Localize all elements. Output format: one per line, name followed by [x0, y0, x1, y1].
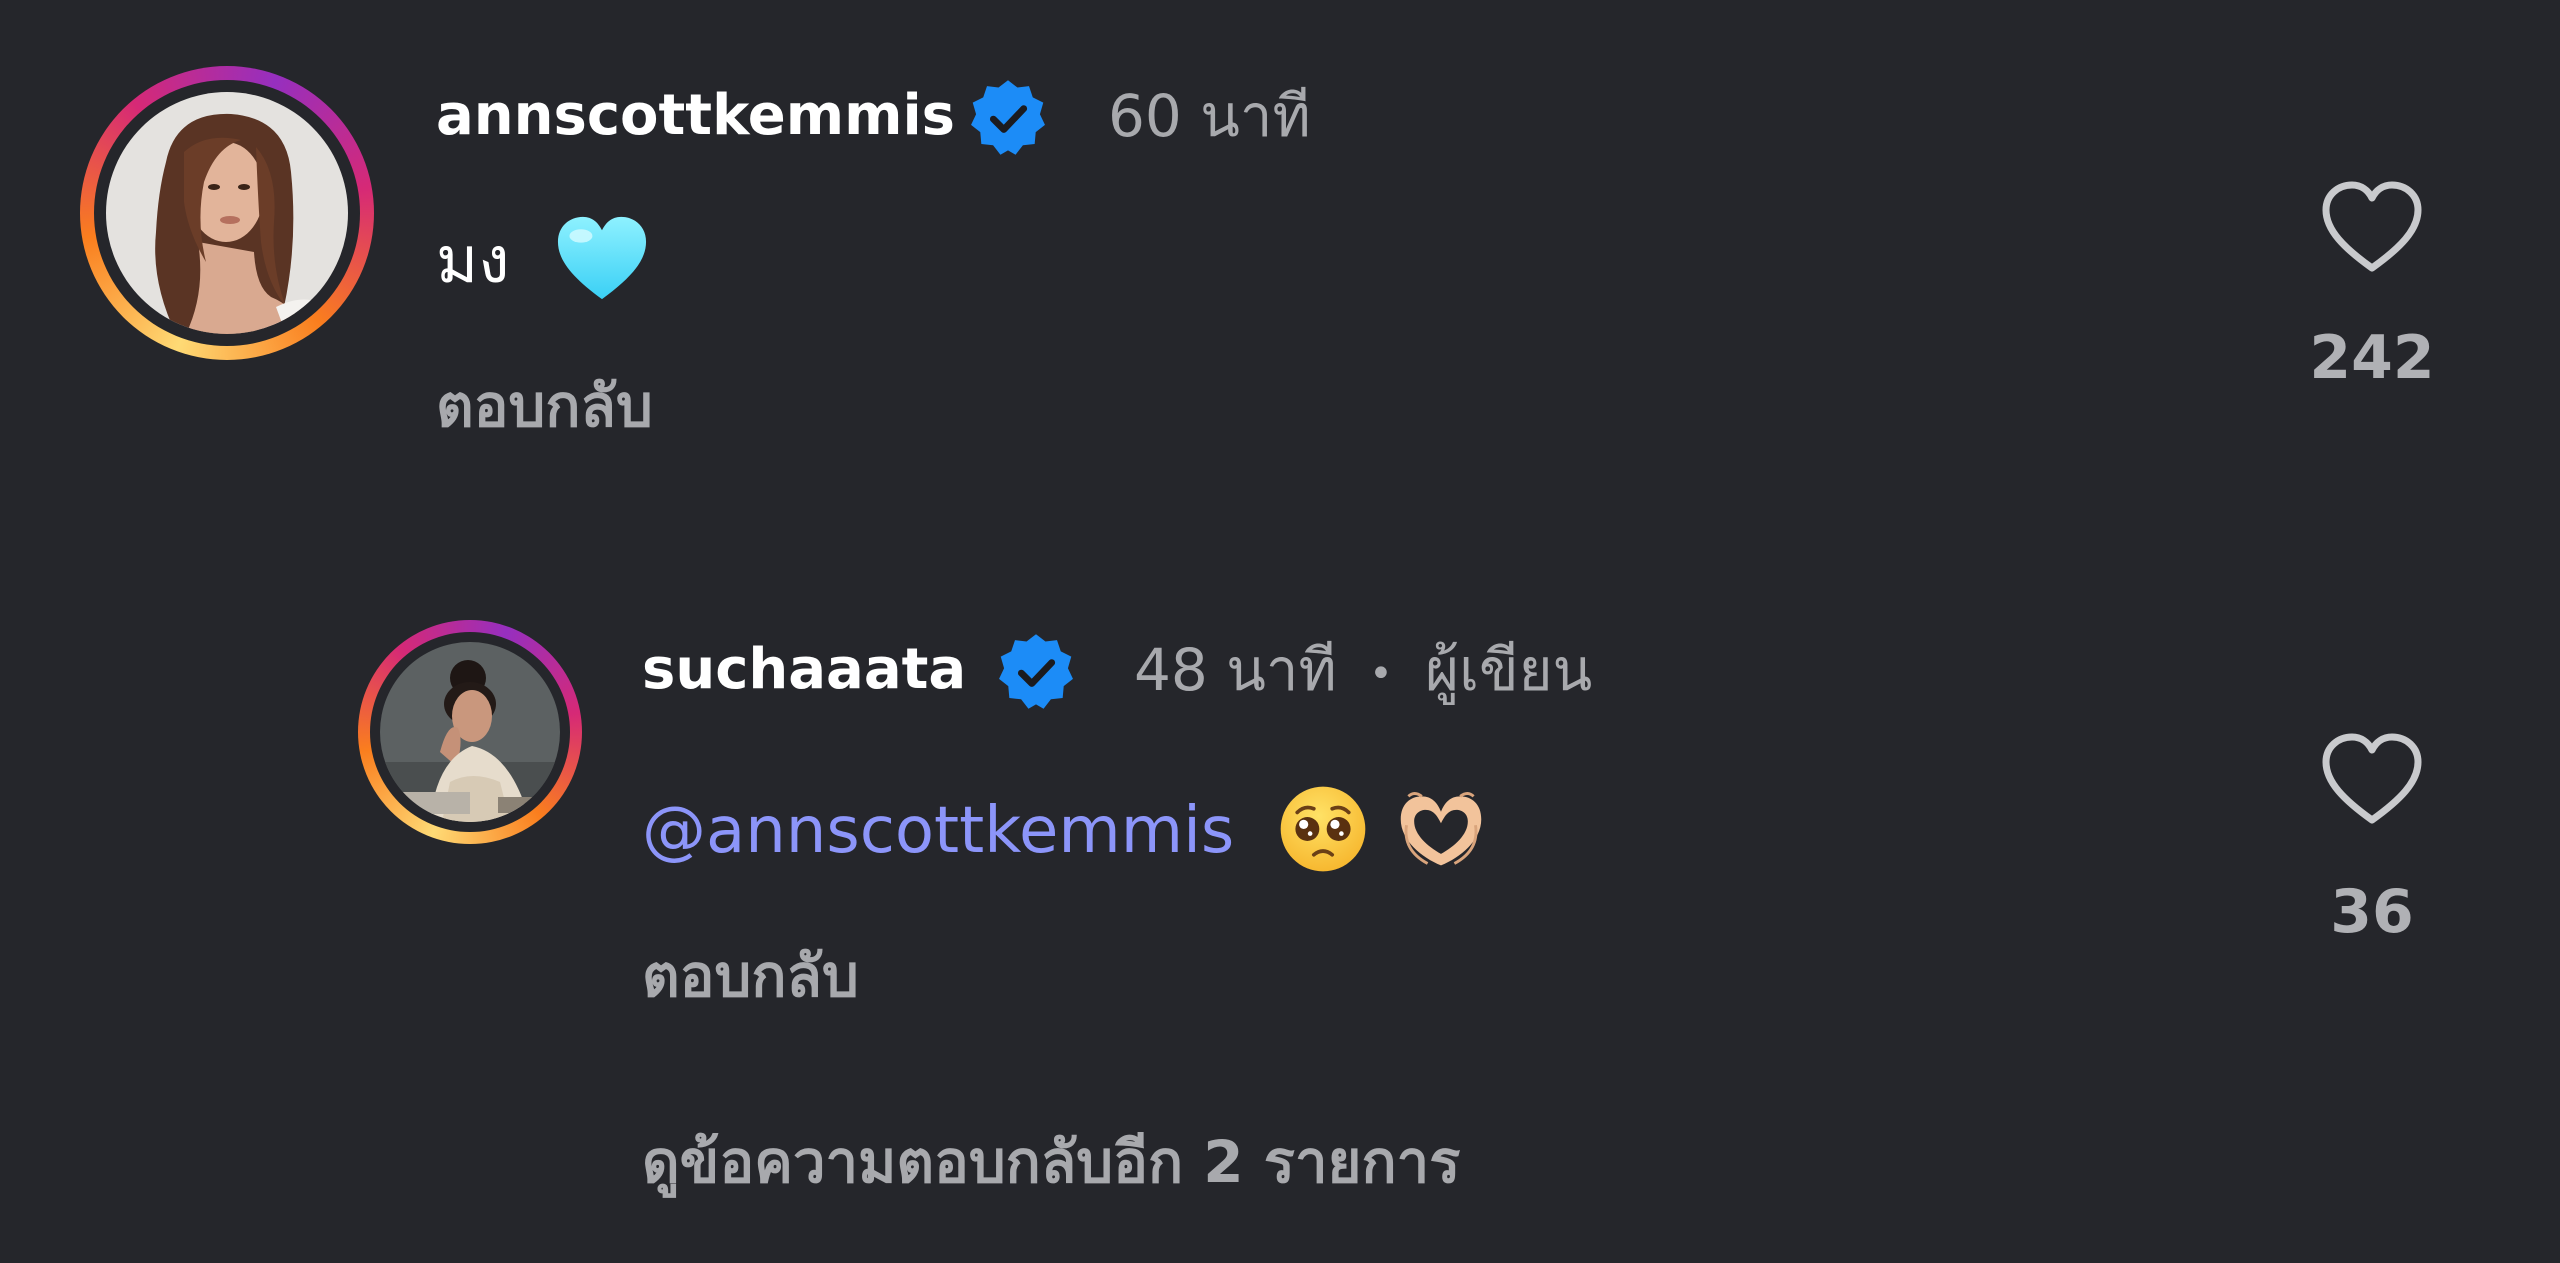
mention-link[interactable]: @annscottkemmis	[642, 794, 1234, 868]
reply-button[interactable]: ตอบกลับ	[642, 936, 859, 1016]
comment-meta: 48 นาที • ผู้เขียน	[1134, 634, 1592, 710]
light-blue-heart-icon	[557, 217, 646, 300]
avatar[interactable]	[106, 92, 348, 334]
reply-button[interactable]: ตอบกลับ	[436, 366, 653, 446]
comment-body: @annscottkemmis	[642, 786, 1489, 876]
avatar-photo-woman	[106, 92, 348, 334]
comment-timestamp: 60 นาที	[1108, 82, 1311, 150]
comment-timestamp: 48 นาที	[1134, 636, 1337, 704]
pleading-face-icon	[1280, 787, 1365, 872]
verified-badge-icon	[999, 634, 1073, 709]
avatar-photo-woman	[380, 642, 560, 822]
comment-username[interactable]: suchaaata	[642, 634, 966, 706]
comments-section: annscottkemmis 60 นาที มง ตอบกลับ 242 su…	[0, 0, 2560, 1263]
meta-separator: •	[1369, 650, 1393, 697]
like-heart-icon[interactable]	[2318, 178, 2426, 276]
comment-body: มง	[436, 216, 650, 306]
like-count: 242	[2309, 323, 2435, 393]
like-heart-icon[interactable]	[2318, 730, 2426, 828]
like-count: 36	[2330, 877, 2414, 947]
verified-badge-icon	[971, 80, 1045, 155]
avatar[interactable]	[380, 642, 560, 822]
author-label: ผู้เขียน	[1425, 636, 1593, 704]
view-more-replies-button[interactable]: ดูข้อความตอบกลับอีก 2 รายการ	[642, 1120, 1460, 1204]
comment-text: มง	[436, 224, 510, 298]
heart-hands-icon	[1400, 792, 1482, 866]
comment-username[interactable]: annscottkemmis	[436, 80, 955, 152]
